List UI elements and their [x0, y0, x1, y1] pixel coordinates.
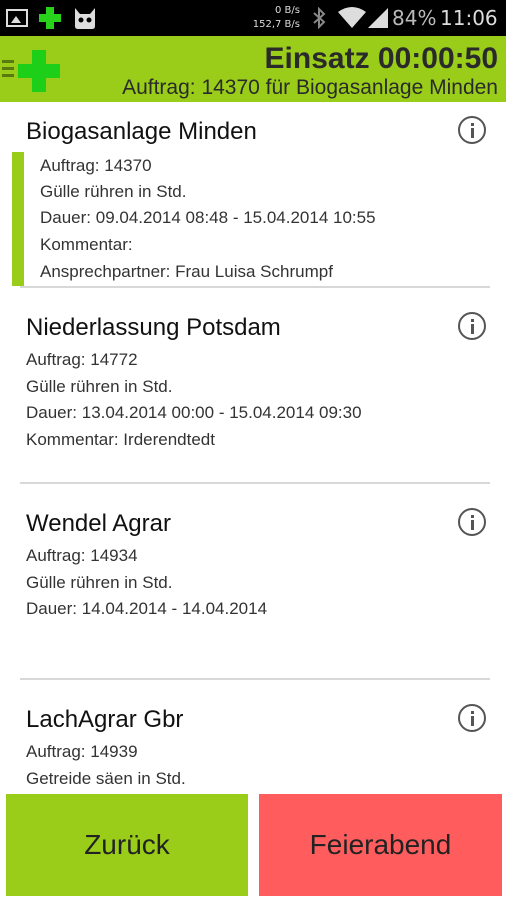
comment-text: Kommentar: Irderendtedt — [26, 430, 215, 449]
task-text: Getreide säen in Std. — [26, 769, 186, 788]
bluetooth-icon — [313, 7, 326, 29]
order-number: Auftrag: 14939 — [26, 742, 138, 761]
job-name: Niederlassung Potsdam — [26, 314, 281, 341]
task-text: Gülle rühren in Std. — [26, 377, 173, 396]
job-name: Wendel Agrar — [26, 510, 171, 537]
task-text: Gülle rühren in Std. — [40, 182, 187, 201]
info-icon[interactable] — [458, 704, 486, 732]
current-order-subtitle: Auftrag: 14370 für Biogasanlage Minden — [122, 76, 498, 99]
wifi-icon — [338, 7, 366, 28]
list-item[interactable]: Wendel Agrar Auftrag: 14934 Gülle rühren… — [12, 494, 490, 680]
selected-indicator — [12, 152, 24, 286]
menu-icon[interactable] — [2, 60, 14, 78]
job-name: Biogasanlage Minden — [26, 118, 257, 145]
divider — [20, 482, 490, 484]
divider — [20, 286, 490, 288]
cat-icon — [75, 8, 95, 29]
comment-text: Kommentar: — [40, 235, 133, 254]
network-speed: 0 B/s 152,7 B/s — [240, 4, 300, 32]
divider — [20, 678, 490, 680]
app-logo-plus-icon[interactable] — [18, 50, 60, 92]
list-item[interactable]: Biogasanlage Minden Auftrag: 14370 Gülle… — [12, 102, 490, 288]
order-number: Auftrag: 14934 — [26, 546, 138, 565]
info-icon[interactable] — [458, 116, 486, 144]
duration-text: Dauer: 14.04.2014 - 14.04.2014 — [26, 599, 268, 618]
list-item[interactable]: LachAgrar Gbr Auftrag: 14939 Getreide sä… — [12, 690, 490, 792]
battery-level: 84% — [392, 6, 437, 30]
job-list[interactable]: Biogasanlage Minden Auftrag: 14370 Gülle… — [0, 102, 506, 792]
list-item[interactable]: Niederlassung Potsdam Auftrag: 14772 Gül… — [12, 298, 490, 484]
notification-icons — [6, 5, 98, 31]
duration-text: Dauer: 09.04.2014 08:48 - 15.04.2014 10:… — [40, 208, 376, 227]
signal-icon — [368, 8, 388, 28]
image-icon — [6, 9, 28, 27]
net-up-text: 152,7 B/s — [252, 19, 300, 30]
net-down-text: 0 B/s — [275, 5, 300, 16]
green-plus-icon — [38, 6, 62, 30]
clock: 11:06 — [440, 6, 498, 30]
info-icon[interactable] — [458, 508, 486, 536]
order-number: Auftrag: 14370 — [40, 156, 152, 175]
task-text: Gülle rühren in Std. — [26, 573, 173, 592]
contact-text: Ansprechpartner: Frau Luisa Schrumpf — [40, 262, 333, 281]
order-number: Auftrag: 14772 — [26, 350, 138, 369]
job-name: LachAgrar Gbr — [26, 706, 184, 733]
status-bar: 0 B/s 152,7 B/s 84% 11:06 — [0, 0, 506, 36]
back-button[interactable]: Zurück — [6, 794, 248, 896]
end-of-work-button[interactable]: Feierabend — [259, 794, 502, 896]
timer-title: Einsatz 00:00:50 — [264, 42, 498, 75]
action-bar: Einsatz 00:00:50 Auftrag: 14370 für Biog… — [0, 36, 506, 102]
duration-text: Dauer: 13.04.2014 00:00 - 15.04.2014 09:… — [26, 403, 362, 422]
info-icon[interactable] — [458, 312, 486, 340]
